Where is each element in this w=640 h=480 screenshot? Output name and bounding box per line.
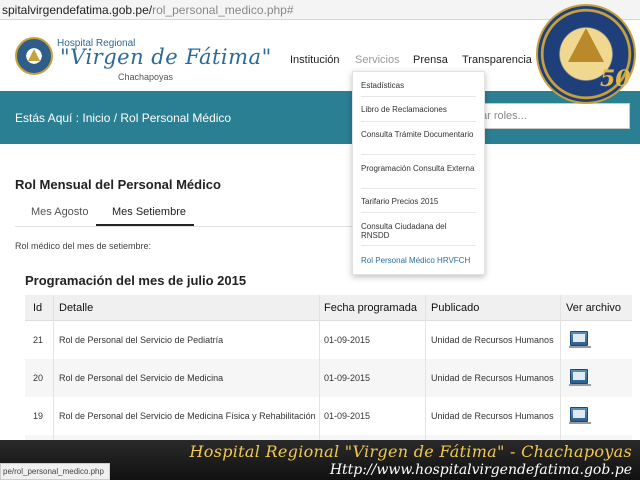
menu-item-estadisticas[interactable]: Estadísticas [361,81,476,90]
nav-servicios[interactable]: Servicios [355,54,400,66]
table-row: 19 Rol de Personal del Servicio de Medic… [25,397,632,435]
row-id: 20 [33,373,44,383]
nav-institucion[interactable]: Institución [290,54,340,66]
active-tab-indicator [96,224,194,226]
menu-divider [361,188,476,189]
banner-title: Hospital Regional "Virgen de Fátima" - C… [189,442,632,461]
row-publicado: Unidad de Recursos Humanos [431,335,554,345]
col-publicado[interactable]: Publicado [431,295,551,320]
row-publicado: Unidad de Recursos Humanos [431,373,554,383]
tab-mes-setiembre[interactable]: Mes Setiembre [112,206,186,218]
anniversary-seal-icon: 50 [536,4,636,104]
col-detalle[interactable]: Detalle [59,295,314,320]
row-detalle: Rol de Personal del Servicio de Pediatrí… [59,335,224,345]
menu-divider [361,245,476,246]
status-bar-url: pe/rol_personal_medico.php [0,463,110,480]
menu-item-consulta-tramite[interactable]: Consulta Trámite Documentario [361,130,476,139]
nav-transparencia[interactable]: Transparencia [462,54,532,66]
table-row: 20 Rol de Personal del Servicio de Medic… [25,359,632,397]
seal-number: 50 [600,66,631,92]
url-host: spitalvirgendefatima.gob.pe/ [2,3,153,17]
column-divider [425,295,426,447]
nav-prensa[interactable]: Prensa [413,54,448,66]
menu-item-libro-reclamaciones[interactable]: Libro de Reclamaciones [361,105,476,114]
document-icon[interactable] [569,407,591,424]
menu-item-rol-personal[interactable]: Rol Personal Médico HRVFCH [361,256,476,265]
menu-item-consulta-ciudadana[interactable]: Consulta Ciudadana del RNSDD [361,222,476,240]
table-row: 21 Rol de Personal del Servicio de Pedia… [25,321,632,359]
row-fecha: 01-09-2015 [324,411,371,421]
col-fecha[interactable]: Fecha programada [324,295,424,320]
url-path: rol_personal_medico.php# [152,3,294,17]
col-id[interactable]: Id [33,295,53,320]
document-icon[interactable] [569,369,591,386]
tab-mes-agosto[interactable]: Mes Agosto [31,206,88,218]
menu-item-programacion-consulta[interactable]: Programación Consulta Externa [361,164,476,173]
breadcrumb-band: Estás Aquí : Inicio / Rol Personal Médic… [0,91,640,144]
search-input[interactable]: ar roles... [460,103,630,129]
brand-name[interactable]: "Virgen de Fátima" [60,45,272,69]
row-fecha: 01-09-2015 [324,335,371,345]
row-detalle: Rol de Personal del Servicio de Medicina [59,373,224,383]
column-divider [53,295,54,447]
menu-item-tarifario[interactable]: Tarifario Precios 2015 [361,197,476,206]
address-bar[interactable]: spitalvirgendefatima.gob.pe/rol_personal… [0,0,640,20]
row-id: 19 [33,411,44,421]
breadcrumb: Estás Aquí : Inicio / Rol Personal Médic… [15,111,232,125]
row-publicado: Unidad de Recursos Humanos [431,411,554,421]
hospital-logo-icon[interactable] [15,37,53,75]
column-divider [560,295,561,447]
row-id: 21 [33,335,44,345]
menu-divider [361,96,476,97]
document-icon[interactable] [569,331,591,348]
intro-text: Rol médico del mes de setiembre: [15,241,152,251]
col-ver-archivo[interactable]: Ver archivo [566,295,632,320]
row-fecha: 01-09-2015 [324,373,371,383]
menu-divider [361,121,476,122]
brand-location: Chachapoyas [118,72,174,82]
page-title: Rol Mensual del Personal Médico [15,177,221,192]
section-title: Programación del mes de julio 2015 [25,273,247,288]
pyramid-icon [568,28,604,62]
table-header-row: Id Detalle Fecha programada Publicado Ve… [25,295,632,321]
servicios-dropdown: Estadísticas Libro de Reclamaciones Cons… [352,71,485,275]
menu-divider [361,212,476,213]
row-detalle: Rol de Personal del Servicio de Medicina… [59,411,316,421]
column-divider [319,295,320,447]
menu-divider [361,154,476,155]
